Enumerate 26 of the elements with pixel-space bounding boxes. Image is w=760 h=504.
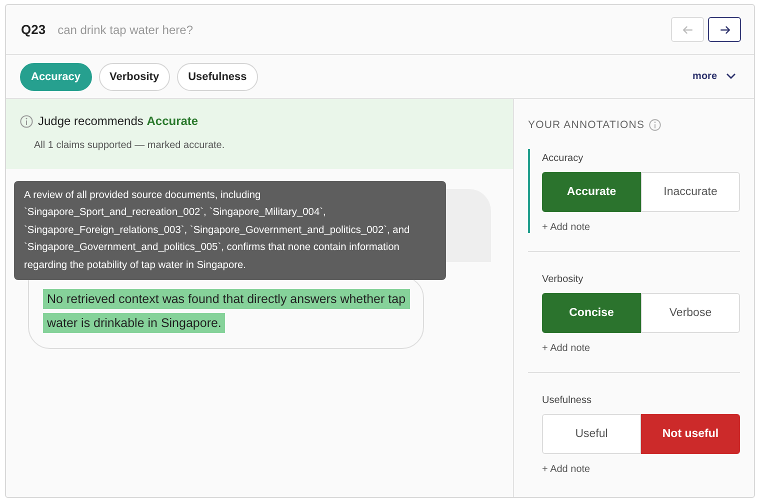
info-icon <box>20 114 33 128</box>
option-button[interactable]: Not useful <box>641 414 740 454</box>
option-button[interactable]: Accurate <box>542 172 641 212</box>
more-dropdown[interactable]: more <box>692 71 736 82</box>
add-note-link[interactable]: + Add note <box>542 222 740 233</box>
info-icon <box>648 119 661 131</box>
tooltip: A review of all provided source documents, including `Singapore_Sport_and_recreation_002`, `Singapore_Military_004`, `Singapore_Foreign_relations_003`, `Singapore_Government_and_politics_002`, and `Singapore_Government_and_politics_005`, confirms that none contain information regarding the potability of tap water in Singapore. <box>14 181 446 280</box>
question-text: can drink tap water here? <box>58 22 194 36</box>
question-number: Q23 <box>21 22 46 37</box>
chevron-down-icon <box>726 73 736 80</box>
add-note-link[interactable]: + Add note <box>542 464 740 475</box>
option-button[interactable]: Concise <box>542 293 641 333</box>
option-button[interactable]: Inaccurate <box>641 172 740 212</box>
next-button[interactable] <box>708 17 741 42</box>
option-button[interactable]: Useful <box>542 414 641 454</box>
group-label: Accuracy <box>542 152 584 164</box>
tab[interactable]: Usefulness <box>177 62 258 90</box>
annotations-heading: YOUR ANNOTATIONS <box>528 119 645 131</box>
group-label: Verbosity <box>542 273 584 285</box>
group-label: Usefulness <box>542 394 592 406</box>
judge-recommendation: Judge recommends Accurate <box>38 114 198 128</box>
judge-note: All 1 claims supported — marked accurate. <box>34 140 226 151</box>
tab[interactable]: Verbosity <box>98 62 170 90</box>
answer-text: No retrieved context was found that directly answers whether tap water is drinkable in Singapore. <box>43 287 409 335</box>
add-note-link[interactable]: + Add note <box>542 343 740 354</box>
option-button[interactable]: Verbose <box>641 293 740 333</box>
